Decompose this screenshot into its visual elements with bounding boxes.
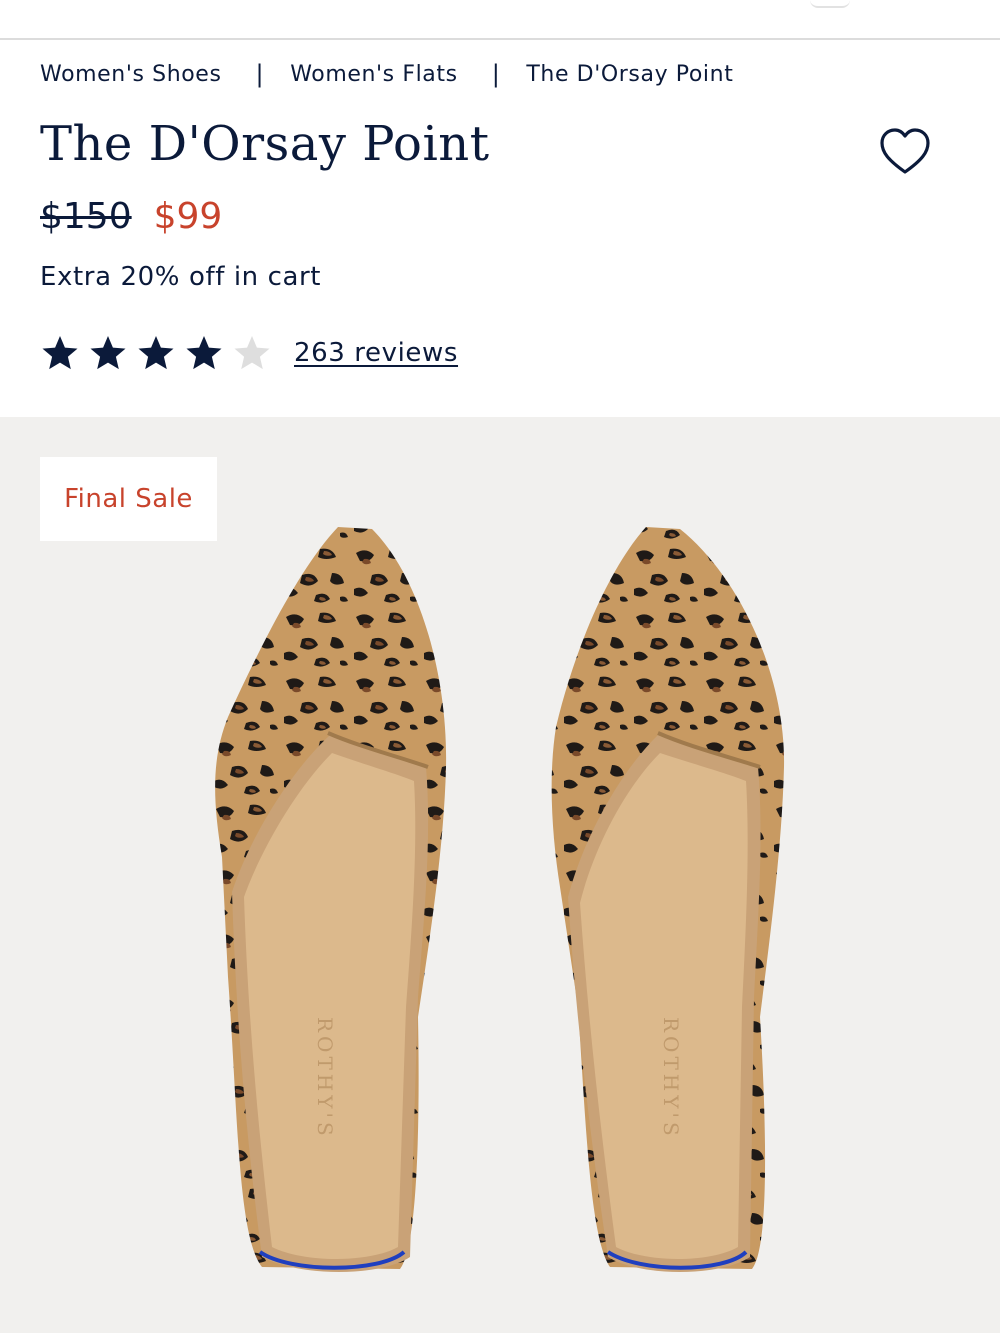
wishlist-button[interactable] [878,126,932,178]
star-filled-icon [90,336,126,370]
top-bar-handle [810,0,850,8]
price-block: $150 $99 [40,196,222,237]
top-bar [0,0,1000,40]
breadcrumb-separator: | [255,60,265,88]
final-sale-badge: Final Sale [40,457,217,541]
product-image: ROTHY'S ROTHY'S [215,527,785,1272]
star-filled-icon [42,336,78,370]
breadcrumb-womens-shoes[interactable]: Women's Shoes [40,62,222,87]
insole-brand-text: ROTHY'S [659,1017,683,1140]
breadcrumb-separator: | [491,60,501,88]
heart-outline-icon [880,128,930,174]
product-title: The D'Orsay Point [40,116,490,172]
right-shoe: ROTHY'S [551,527,785,1272]
breadcrumb: Women's Shoes | Women's Flats | The D'Or… [40,58,733,90]
original-price: $150 [40,196,132,237]
star-filled-icon [138,336,174,370]
breadcrumb-womens-flats[interactable]: Women's Flats [290,62,457,87]
left-shoe: ROTHY'S [215,527,447,1272]
promo-text: Extra 20% off in cart [40,262,322,292]
product-image-gallery[interactable]: ROTHY'S ROTHY'S Final Sale [0,417,1000,1333]
star-empty-icon [234,336,270,370]
breadcrumb-current-product[interactable]: The D'Orsay Point [526,62,733,87]
star-filled-icon [186,336,222,370]
rating-row: 263 reviews [40,330,458,376]
sale-price: $99 [153,196,223,237]
insole-brand-text: ROTHY'S [313,1017,337,1140]
reviews-link[interactable]: 263 reviews [294,338,458,368]
